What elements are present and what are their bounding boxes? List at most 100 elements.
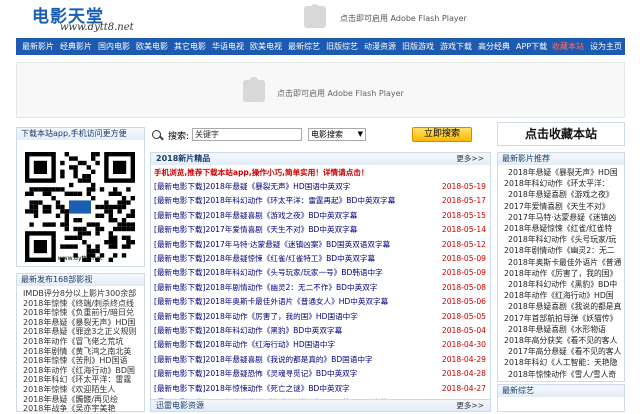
- movie-row[interactable]: [最新电影下载]2017年马特·达蒙悬疑《迷镇凶案》BD国英双语双字幕 2018-…: [154, 238, 488, 251]
- recommended-link[interactable]: 2017年爱情喜剧《天生不对》: [504, 201, 610, 212]
- more-link-2[interactable]: 更多>>: [456, 400, 484, 411]
- movie-title-link[interactable]: [最新电影下载]2018年悬疑喜剧《我说的都是真的》BD国语中字: [154, 353, 373, 366]
- nav-item[interactable]: 旧版综艺: [326, 38, 358, 55]
- movie-title-link[interactable]: [最新电影下载]2018年悬疑惊悚《红雀/红雀特工》BD中英双字幕: [154, 252, 375, 265]
- nav-item[interactable]: 欧美电视: [250, 38, 282, 55]
- movie-row[interactable]: [最新电影下载]2018年科幻动作《环太平洋：雷霆再起》BD中英双字幕 2018-…: [154, 194, 488, 207]
- nav-item[interactable]: 高分经典: [478, 38, 510, 55]
- movie-title-link[interactable]: [最新电影下载]2018年惊悚动作《死亡之谜》BD中英双字: [154, 382, 350, 395]
- nav-item[interactable]: 收藏本站: [552, 38, 584, 55]
- movie-row[interactable]: [最新电影下载]2018年科幻动作《黑豹》BD中英双字幕 2018-05-04: [154, 324, 488, 337]
- qr-module: [69, 165, 74, 170]
- nav-item[interactable]: 设为主页: [590, 38, 622, 55]
- recommended-link[interactable]: 2017年马特·达蒙悬疑《迷镇凶: [508, 212, 616, 223]
- movie-title-link[interactable]: [最新电影下载]2018年悬疑《暴裂无声》HD国语中英双字: [154, 180, 350, 193]
- nav-item[interactable]: 最新综艺: [288, 38, 320, 55]
- movie-row[interactable]: [最新电影下载]2018年悬疑喜剧《我说的都是真的》BD国语中字 2018-04-…: [154, 353, 488, 366]
- movie-title-link[interactable]: [最新电影下载]2018年剧情动作《幽灵2：无二不作》BD中英双字: [154, 281, 377, 294]
- qr-module: [38, 187, 43, 192]
- latest-release-link[interactable]: 2018年战争《吴亦宇美艳: [23, 403, 115, 414]
- qr-module: [117, 200, 122, 205]
- nav-item[interactable]: APP下载: [516, 38, 547, 55]
- puzzle-icon-knob: [311, 4, 319, 10]
- qr-module: [47, 222, 52, 227]
- search-button[interactable]: 立即搜索: [412, 127, 472, 142]
- recommended-link[interactable]: 2018年悬疑喜剧《游戏之夜》: [508, 189, 614, 200]
- nav-item[interactable]: 华语电视: [212, 38, 244, 55]
- movie-row[interactable]: [最新电影下载]2018年奥斯卡最佳外语片《普通女人》HD中英双字幕 2018-0…: [154, 295, 488, 308]
- movie-title-link[interactable]: [最新电影下载]2017年马特·达蒙悬疑《迷镇凶案》BD国英双语双字幕: [154, 238, 390, 251]
- recommended-link[interactable]: 2018年悬疑《暴裂无声》HD国: [508, 167, 618, 178]
- flash-banner[interactable]: 点击即可启用 Adobe Flash Player: [16, 62, 625, 118]
- nav-item[interactable]: 旧版游戏: [402, 38, 434, 55]
- movie-title-link[interactable]: [最新电影下载]2018年科幻动作《头号玩家/玩家一号》BD韩语中字: [154, 266, 383, 279]
- movie-row[interactable]: [最新电影下载]2018年悬疑恐怖《灵魂寻觅记》BD中英双字 2018-04-28: [154, 367, 488, 380]
- bookmark-button[interactable]: 点击收藏本站: [497, 122, 625, 146]
- movie-date: 2018-05-06: [441, 297, 486, 307]
- movie-title-link[interactable]: [最新电影下载]2017年爱情喜剧《天生不对》BD中英双字幕: [154, 223, 357, 236]
- nav-item[interactable]: 欧美电影: [136, 38, 168, 55]
- recommended-link[interactable]: 2017年首部航拍导弹《妖猫传》: [504, 313, 617, 324]
- nav-item[interactable]: 其它电影: [174, 38, 206, 55]
- recommended-link[interactable]: 2018年动作《厉害了，我的国》: [504, 268, 617, 279]
- qr-code[interactable]: www.dytt8.net: [25, 152, 135, 262]
- movie-title-link[interactable]: [最新电影下载]2018年奥斯卡最佳外语片《普通女人》HD中英双字幕: [154, 295, 388, 308]
- recommended-box: 最新影片推荐 2018年悬疑《暴裂无声》HD国 2018年科幻动作《环太平洋： 20…: [497, 152, 625, 382]
- recommended-link[interactable]: 2018年悬疑惊悚《红雀/红雀特: [504, 223, 612, 234]
- more-link[interactable]: 更多>>: [456, 153, 484, 165]
- movie-row[interactable]: [最新电影下载]2018年悬疑喜剧《游戏之夜》BD中英双字幕 2018-05-15: [154, 209, 488, 222]
- qr-module: [91, 156, 96, 161]
- flash-placeholder-top[interactable]: 点击即可启用 Adobe Flash Player: [300, 4, 500, 34]
- movie-row[interactable]: [最新电影下载]2018年科幻动作《头号玩家/玩家一号》BD韩语中字 2018-0…: [154, 266, 488, 279]
- variety-title: 最新综艺: [498, 385, 624, 397]
- movie-title-link[interactable]: [最新电影下载]2018年科幻动作《环太平洋：雷霆再起》BD中英双字幕: [154, 194, 395, 207]
- movie-row[interactable]: [最新电影下载]2018年悬疑《暴裂无声》HD国语中英双字 2018-05-19: [154, 180, 488, 193]
- recommended-link[interactable]: 2018年科幻动作《环太平洋：: [504, 178, 610, 189]
- nav-item[interactable]: 动漫资源: [364, 38, 396, 55]
- movie-title-link[interactable]: [最新电影下载]2018年悬疑恐怖《灵魂寻觅记》BD中英双字: [154, 367, 357, 380]
- qr-module: [104, 209, 109, 214]
- recommended-link[interactable]: 2018年惊悚动作《雪人/雪人奇: [508, 369, 616, 380]
- nav-item[interactable]: 国内电影: [98, 38, 130, 55]
- recommended-link[interactable]: 2017年高分悬疑《看不见的客人: [508, 346, 621, 357]
- site-logo[interactable]: 电影天堂 www.dytt8.net: [32, 2, 134, 36]
- search-category-select[interactable]: 电影搜索 ▼: [308, 128, 366, 141]
- qr-module: [99, 226, 105, 232]
- movie-title-link[interactable]: [最新电影下载]2018年动作《红海行动》HD国语中字: [154, 338, 335, 351]
- qr-module: [73, 156, 78, 161]
- nav-item[interactable]: 经典影片: [60, 38, 92, 55]
- recommended-link[interactable]: 2018年悬疑喜剧《我说的都是真: [508, 301, 621, 312]
- recommended-link[interactable]: 2018年悬疑喜剧《水形物语: [508, 324, 606, 335]
- search-input[interactable]: 关键字: [192, 128, 302, 141]
- recommended-link[interactable]: 2018年奥斯卡最佳外语片《普通: [508, 257, 621, 268]
- qr-module: [38, 200, 43, 205]
- recommended-link[interactable]: 2018年剧情动作《幽灵2：无二: [504, 245, 615, 256]
- qr-module: [73, 244, 78, 249]
- recommended-link[interactable]: 2018年科幻《人工智能：天艳隐: [504, 357, 617, 368]
- movie-row[interactable]: [最新电影下载]2018年惊悚动作《死亡之谜》BD中英双字 2018-04-27: [154, 382, 488, 395]
- recommended-link[interactable]: 2018年动作《红海行动》HD国: [504, 290, 614, 301]
- movie-row[interactable]: [最新电影下载]2018年悬疑惊悚《红雀/红雀特工》BD中英双字幕 2018-05…: [154, 252, 488, 265]
- movie-row[interactable]: [最新电影下载]2018年剧情动作《幽灵2：无二不作》BD中英双字 2018-05…: [154, 281, 488, 294]
- nav-item[interactable]: 游戏下载: [440, 38, 472, 55]
- movie-row[interactable]: [最新电影下载]2017年爱情喜剧《天生不对》BD中英双字幕 2018-05-14: [154, 223, 488, 236]
- nav-item[interactable]: 最新影片: [22, 38, 54, 55]
- qr-module: [121, 253, 127, 258]
- recommended-link[interactable]: 2018年高分获奖《看不见的客人: [504, 335, 617, 346]
- qr-module: [86, 222, 91, 227]
- qr-module: [130, 196, 135, 201]
- movie-title-link[interactable]: [最新电影下载]2018年动作《厉害了，我的国》HD国语中字: [154, 310, 358, 323]
- recommended-link[interactable]: 2018年科幻动作《黑豹》BD中: [508, 279, 617, 290]
- qr-module: [95, 226, 100, 232]
- promo-row[interactable]: 手机浏览,推荐下载本站app,操作小巧,简单实用！详情请点击！: [154, 166, 488, 179]
- recommended-link[interactable]: 2018年科幻动作《头号玩家/玩: [508, 234, 616, 245]
- qr-module: [55, 204, 61, 210]
- movie-title-link[interactable]: [最新电影下载]2018年科幻动作《黑豹》BD中英双字幕: [154, 324, 342, 337]
- qr-module: [86, 165, 91, 170]
- movie-date: 2018-05-12: [441, 239, 486, 249]
- movie-title-link[interactable]: [最新电影下载]2018年悬疑喜剧《游戏之夜》BD中英双字幕: [154, 209, 357, 222]
- qr-module: [99, 213, 105, 218]
- movie-row[interactable]: [最新电影下载]2018年动作《红海行动》HD国语中字 2018-04-30: [154, 338, 488, 351]
- qr-module: [77, 226, 83, 232]
- movie-row[interactable]: [最新电影下载]2018年动作《厉害了，我的国》HD国语中字 2018-05-05: [154, 310, 488, 323]
